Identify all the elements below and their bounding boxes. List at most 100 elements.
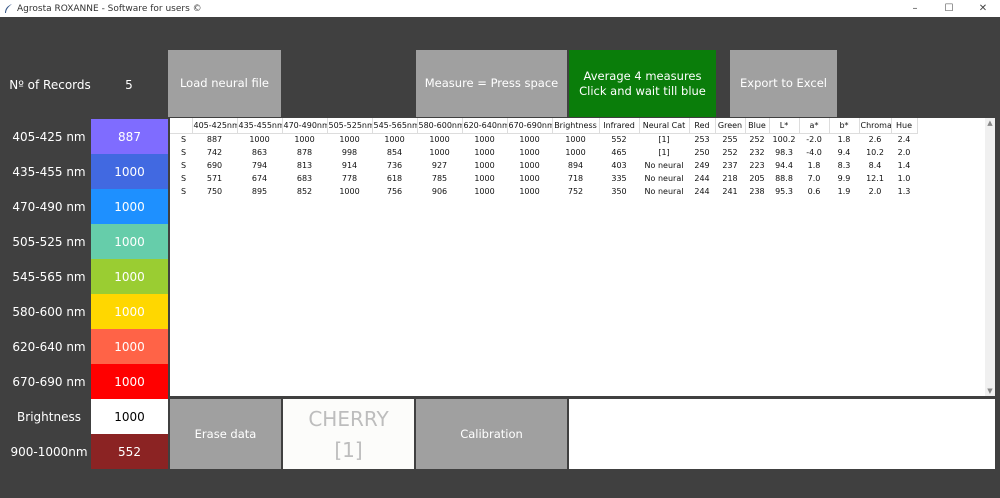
- table-cell: 94.4: [775, 161, 793, 170]
- table-cell: 852: [296, 187, 313, 196]
- table-cell: 255: [722, 135, 738, 145]
- average-measures-button[interactable]: Average 4 measures Click and wait till b…: [569, 50, 716, 117]
- column-header[interactable]: Green: [715, 118, 746, 134]
- column-header[interactable]: 505-525nm: [327, 118, 373, 134]
- column-header[interactable]: a*: [799, 118, 830, 134]
- minimize-button[interactable]: –: [898, 0, 932, 17]
- column-header[interactable]: 670-690nm: [507, 118, 553, 134]
- export-excel-button[interactable]: Export to Excel: [730, 50, 837, 117]
- table-cell: 0.6: [807, 187, 821, 196]
- scroll-up-icon[interactable]: ▲: [985, 118, 995, 128]
- table-cell: 1000: [519, 161, 540, 170]
- table-cell: 927: [431, 161, 448, 170]
- table-row[interactable]: S 742 863 878 998 854 1000 1000 1000 1000 465 [1] 25…: [170, 146, 917, 159]
- table-cell: 571: [206, 174, 223, 183]
- column-header[interactable]: [170, 118, 193, 134]
- table-cell: 1000: [429, 148, 450, 157]
- average-line-1: Average 4 measures: [583, 68, 702, 83]
- window-title: Agrosta ROXANNE - Software for users ©: [17, 3, 202, 14]
- table-cell: 100.2: [772, 135, 796, 145]
- table-cell: 1.9: [837, 187, 851, 196]
- table-cell: 914: [341, 161, 358, 170]
- column-header[interactable]: 620-640nm: [462, 118, 508, 134]
- measure-button[interactable]: Measure = Press space: [416, 50, 567, 117]
- table-cell: 252: [722, 148, 738, 157]
- column-header[interactable]: Brightness: [552, 118, 600, 134]
- table-cell: 1000: [339, 135, 360, 145]
- column-header[interactable]: Neural Cat: [639, 118, 690, 134]
- band-value-swatch: 1000: [91, 189, 168, 224]
- column-header[interactable]: Red: [689, 118, 716, 134]
- column-header[interactable]: Blue: [745, 118, 770, 134]
- table-cell: 223: [749, 161, 765, 170]
- table-cell: 8.4: [868, 161, 882, 170]
- band-value-swatch: 1000: [91, 399, 168, 434]
- table-cell: 9.4: [837, 148, 851, 157]
- table-cell: 756: [386, 187, 403, 196]
- table-cell: 10.2: [866, 148, 884, 157]
- table-cell: 750: [206, 187, 223, 196]
- table-cell: 1000: [249, 135, 270, 145]
- table-cell: 878: [296, 148, 313, 157]
- erase-data-button[interactable]: Erase data: [170, 399, 281, 469]
- table-cell: 894: [567, 161, 584, 170]
- table-cell: 1.0: [897, 174, 911, 183]
- table-row[interactable]: S 887 1000 1000 1000 1000 1000 1000 1000 1000 552 […: [170, 133, 917, 146]
- table-cell: 237: [722, 161, 738, 170]
- table-row[interactable]: S 750 895 852 1000 756 906 1000 1000 752 350 No neu…: [170, 185, 917, 198]
- table-scrollbar[interactable]: ▲ ▼: [985, 118, 995, 396]
- table-cell: 552: [611, 135, 627, 145]
- table-cell: No neural: [644, 187, 684, 196]
- column-header[interactable]: 435-455nm: [237, 118, 283, 134]
- band-label: 900-1000nm: [10, 444, 88, 459]
- table-cell: S: [181, 148, 187, 157]
- table-row[interactable]: S 690 794 813 914 736 927 1000 1000 894 403 No neur…: [170, 159, 917, 172]
- table-cell: 1000: [519, 148, 540, 157]
- column-header[interactable]: 545-565nm: [372, 118, 418, 134]
- table-cell: 718: [567, 174, 584, 183]
- column-header[interactable]: L*: [769, 118, 800, 134]
- column-header[interactable]: Hue: [891, 118, 918, 134]
- table-cell: 736: [386, 161, 403, 170]
- result-name: CHERRY: [308, 406, 389, 431]
- calibration-button[interactable]: Calibration: [416, 399, 567, 469]
- table-cell: 205: [749, 174, 765, 183]
- column-header[interactable]: b*: [829, 118, 860, 134]
- scroll-down-icon[interactable]: ▼: [985, 386, 995, 396]
- result-display: CHERRY [1]: [283, 399, 414, 469]
- table-cell: 813: [296, 161, 313, 170]
- column-header[interactable]: 405-425nm: [192, 118, 238, 134]
- band-value-swatch: 1000: [91, 259, 168, 294]
- column-header[interactable]: 580-600nm: [417, 118, 463, 134]
- band-value-swatch: 1000: [91, 224, 168, 259]
- band-label: 620-640 nm: [12, 339, 86, 354]
- band-label: 580-600 nm: [12, 304, 86, 319]
- maximize-button[interactable]: ☐: [932, 0, 966, 17]
- table-cell: 1000: [384, 135, 405, 145]
- close-button[interactable]: ✕: [966, 0, 1000, 17]
- table-cell: 752: [567, 187, 584, 196]
- table-cell: 241: [722, 187, 738, 196]
- table-cell: 1.4: [897, 161, 911, 170]
- records-table[interactable]: 405-425nm 435-455nm 470-490nm 505-525nm 545-…: [170, 118, 995, 396]
- blank-panel: [569, 399, 995, 469]
- column-header[interactable]: Chroma: [859, 118, 892, 134]
- records-count: 5: [125, 78, 133, 92]
- table-row[interactable]: S 571 674 683 778 618 785 1000 1000 718 335 No neur…: [170, 172, 917, 185]
- column-header[interactable]: 470-490nm: [282, 118, 328, 134]
- table-cell: 1000: [474, 174, 495, 183]
- table-cell: 244: [694, 187, 710, 196]
- table-cell: 1000: [294, 135, 315, 145]
- band-value-swatch: 1000: [91, 329, 168, 364]
- table-cell: S: [181, 161, 187, 170]
- table-cell: 252: [749, 135, 765, 145]
- table-cell: 8.3: [837, 161, 851, 170]
- band-label: Brightness: [17, 409, 81, 424]
- band-value-swatch: 1000: [91, 294, 168, 329]
- band-value-swatch: 1000: [91, 154, 168, 189]
- load-neural-file-button[interactable]: Load neural file: [168, 50, 281, 117]
- result-category: [1]: [334, 437, 363, 462]
- records-label: Nº of Records: [9, 78, 91, 92]
- column-header[interactable]: Infrared: [599, 118, 640, 134]
- table-cell: 778: [341, 174, 358, 183]
